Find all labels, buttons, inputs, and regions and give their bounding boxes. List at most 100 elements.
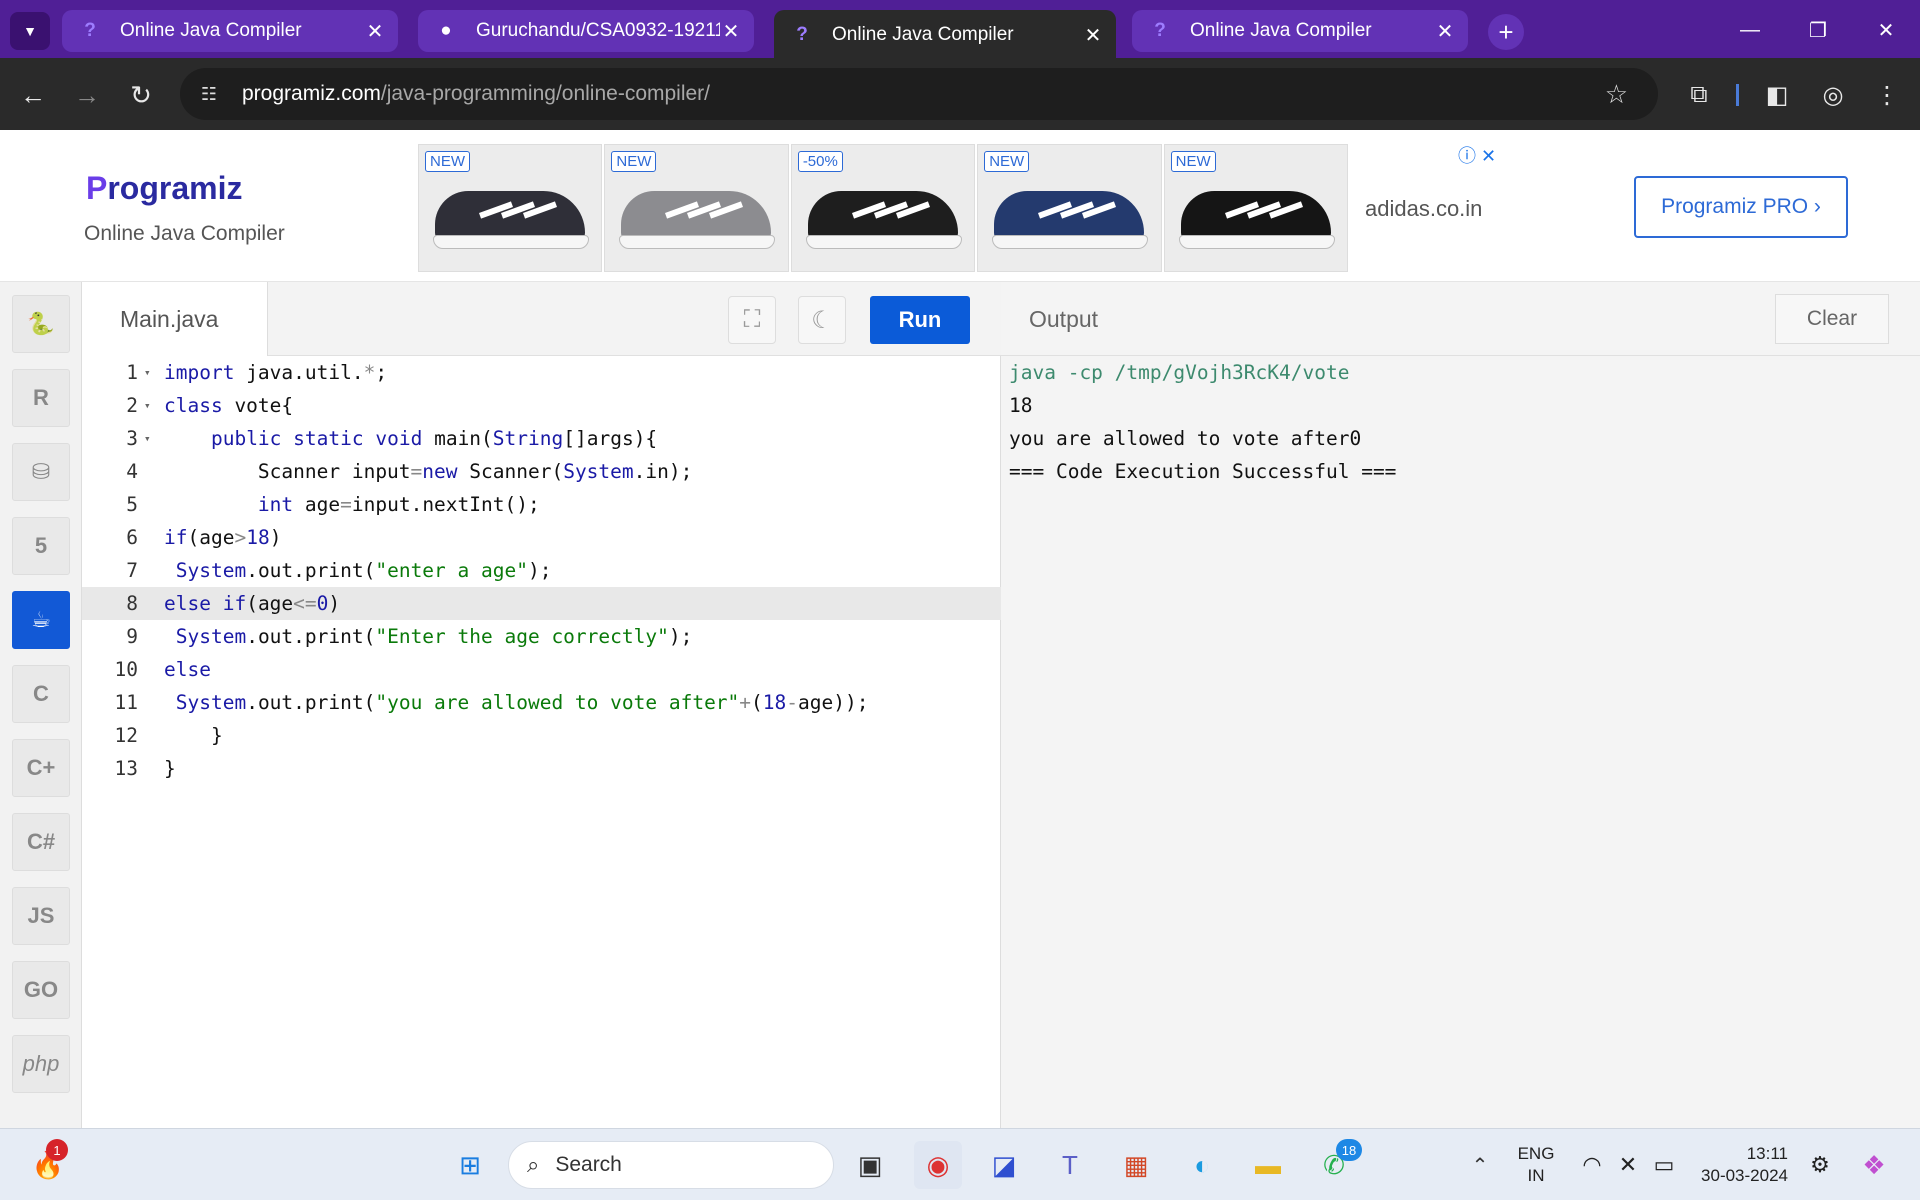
- lang-php-icon[interactable]: php: [12, 1035, 70, 1093]
- code-editor-panel: Main.java ⛶ ☾ Run 1 ▾ import java.util.*; 2…: [82, 282, 1001, 1128]
- fullscreen-icon[interactable]: ⛶: [728, 296, 776, 344]
- ad-badge: NEW: [1170, 151, 1216, 172]
- code-line[interactable]: 3 ▾ public static void main(String[]args)…: [82, 422, 1001, 455]
- teams-icon[interactable]: T: [1046, 1141, 1094, 1189]
- close-tab-icon[interactable]: ✕: [720, 19, 742, 44]
- lang-go-icon[interactable]: GO: [12, 961, 70, 1019]
- ad-product-image[interactable]: NEW: [418, 144, 603, 272]
- code-line[interactable]: 5 int age=input.nextInt();: [82, 488, 1001, 521]
- browser-tab[interactable]: ? Online Java Compiler ✕: [1132, 10, 1468, 52]
- store-icon[interactable]: ▦: [1112, 1141, 1160, 1189]
- battery-icon[interactable]: ▭: [1640, 1141, 1688, 1189]
- edge-icon[interactable]: ◐: [1178, 1141, 1226, 1189]
- browser-tab[interactable]: ? Online Java Compiler ✕: [774, 10, 1116, 60]
- task-view-icon[interactable]: ▣: [846, 1141, 894, 1189]
- browser-tab[interactable]: ? Online Java Compiler ✕: [62, 10, 398, 52]
- url-domain: programiz.com: [242, 82, 381, 105]
- taskbar-search[interactable]: ⌕ Search: [508, 1141, 834, 1189]
- ad-advertiser[interactable]: adidas.co.in: [1365, 196, 1482, 222]
- language-indicator[interactable]: ENG IN: [1514, 1143, 1558, 1187]
- lang-html-icon[interactable]: 5: [12, 517, 70, 575]
- close-tab-icon[interactable]: ✕: [1434, 19, 1456, 44]
- code-area[interactable]: 1 ▾ import java.util.*; 2 ▾ class vote{3 ▾ pub…: [82, 356, 1001, 785]
- file-tab[interactable]: Main.java: [82, 282, 268, 356]
- code-line[interactable]: 10 else: [82, 653, 1001, 686]
- code-line[interactable]: 9 System.out.print("Enter the age correc…: [82, 620, 1001, 653]
- copilot-icon[interactable]: ❖: [1850, 1141, 1898, 1189]
- extensions-icon[interactable]: ⧉: [1682, 78, 1716, 112]
- close-tab-icon[interactable]: ✕: [1082, 23, 1104, 48]
- profile-icon[interactable]: ◎: [1816, 78, 1850, 112]
- fold-icon[interactable]: ▾: [140, 356, 164, 389]
- programiz-pro-button[interactable]: Programiz PRO ›: [1634, 176, 1848, 238]
- app-icon[interactable]: ◪: [980, 1141, 1028, 1189]
- restore-button[interactable]: ❐: [1784, 0, 1852, 60]
- code-line[interactable]: 13}: [82, 752, 1001, 785]
- fold-icon: [140, 719, 164, 752]
- code-line[interactable]: 12 }: [82, 719, 1001, 752]
- code-line[interactable]: 8 else if(age<=0): [82, 587, 1001, 620]
- tab-title: Online Java Compiler: [1190, 20, 1372, 41]
- programiz-logo[interactable]: Programiz: [86, 170, 242, 207]
- dark-mode-icon[interactable]: ☾: [798, 296, 846, 344]
- fold-icon: [140, 521, 164, 554]
- lang-java-icon[interactable]: ☕: [12, 591, 70, 649]
- address-toolbar: ← → ↻ ☷ programiz.com/java-programming/o…: [0, 58, 1920, 130]
- code-text: Scanner input=new Scanner(System.in);: [164, 460, 693, 483]
- ad-info-icon[interactable]: ⓘ ✕: [1458, 142, 1496, 168]
- output-console[interactable]: java -cp /tmp/gVojh3RcK4/vote 18 you are a…: [1009, 356, 1396, 488]
- line-number: 1: [126, 361, 138, 384]
- run-button[interactable]: Run: [870, 296, 970, 344]
- ad-banner[interactable]: NEW NEW -50% NEW NEW: [418, 144, 1350, 272]
- lang-r-icon[interactable]: R: [12, 369, 70, 427]
- code-text: else: [164, 658, 211, 681]
- output-line: 18: [1009, 394, 1033, 417]
- lang-cpp-icon[interactable]: C+: [12, 739, 70, 797]
- lang-sql-icon[interactable]: ⛁: [12, 443, 70, 501]
- close-window-button[interactable]: ✕: [1852, 0, 1920, 60]
- code-line[interactable]: 11 System.out.print("you are allowed to …: [82, 686, 1001, 719]
- fold-icon: [140, 620, 164, 653]
- minimize-button[interactable]: —: [1716, 0, 1784, 60]
- start-icon[interactable]: ⊞: [446, 1141, 494, 1189]
- ad-product-image[interactable]: -50%: [790, 144, 976, 272]
- fold-icon[interactable]: ▾: [140, 389, 164, 422]
- lang-python-icon[interactable]: 🐍: [12, 295, 70, 353]
- fold-icon[interactable]: ▾: [140, 422, 164, 455]
- site-info-icon[interactable]: ☷: [194, 84, 224, 105]
- shoe-image: [621, 191, 772, 241]
- menu-kebab-icon[interactable]: ⋮: [1870, 78, 1904, 112]
- code-text: }: [164, 757, 176, 780]
- lang-c-icon[interactable]: C: [12, 665, 70, 723]
- chevron-up-icon[interactable]: ⌃: [1456, 1141, 1504, 1189]
- notification-center-icon[interactable]: ⚙: [1796, 1141, 1844, 1189]
- bookmark-star-icon[interactable]: ☆: [1605, 79, 1628, 110]
- code-line[interactable]: 7 System.out.print("enter a age");: [82, 554, 1001, 587]
- new-tab-button[interactable]: +: [1488, 14, 1524, 50]
- code-text: System.out.print("you are allowed to vot…: [175, 691, 869, 714]
- file-explorer-icon[interactable]: ▬: [1244, 1141, 1292, 1189]
- ad-product-image[interactable]: NEW: [977, 144, 1162, 272]
- ad-product-image[interactable]: NEW: [604, 144, 789, 272]
- search-placeholder: Search: [555, 1153, 622, 1176]
- chrome-icon[interactable]: ◉: [914, 1141, 962, 1189]
- code-line[interactable]: 1 ▾ import java.util.*;: [82, 356, 1001, 389]
- browser-tab[interactable]: ● Guruchandu/CSA0932-1921112 ✕: [418, 10, 754, 52]
- code-line[interactable]: 6 if(age>18): [82, 521, 1001, 554]
- code-line[interactable]: 2 ▾ class vote{: [82, 389, 1001, 422]
- url-bar[interactable]: ☷ programiz.com/java-programming/online-…: [180, 68, 1658, 120]
- lang-js-icon[interactable]: JS: [12, 887, 70, 945]
- close-tab-icon[interactable]: ✕: [364, 19, 386, 44]
- back-icon[interactable]: ←: [16, 78, 50, 112]
- code-text: int age=input.nextInt();: [257, 493, 540, 516]
- code-line[interactable]: 4 Scanner input=new Scanner(System.in);: [82, 455, 1001, 488]
- lang-csharp-icon[interactable]: C#: [12, 813, 70, 871]
- reload-icon[interactable]: ↻: [124, 78, 158, 112]
- ad-product-image[interactable]: NEW: [1163, 144, 1349, 272]
- forward-icon[interactable]: →: [70, 78, 104, 112]
- clock[interactable]: 13:11 30-03-2024: [1696, 1143, 1788, 1187]
- clock-time: 13:11: [1746, 1144, 1788, 1163]
- clear-button[interactable]: Clear: [1775, 294, 1889, 344]
- side-panel-icon[interactable]: ◧: [1760, 78, 1794, 112]
- tab-search-button[interactable]: ▼: [10, 12, 50, 50]
